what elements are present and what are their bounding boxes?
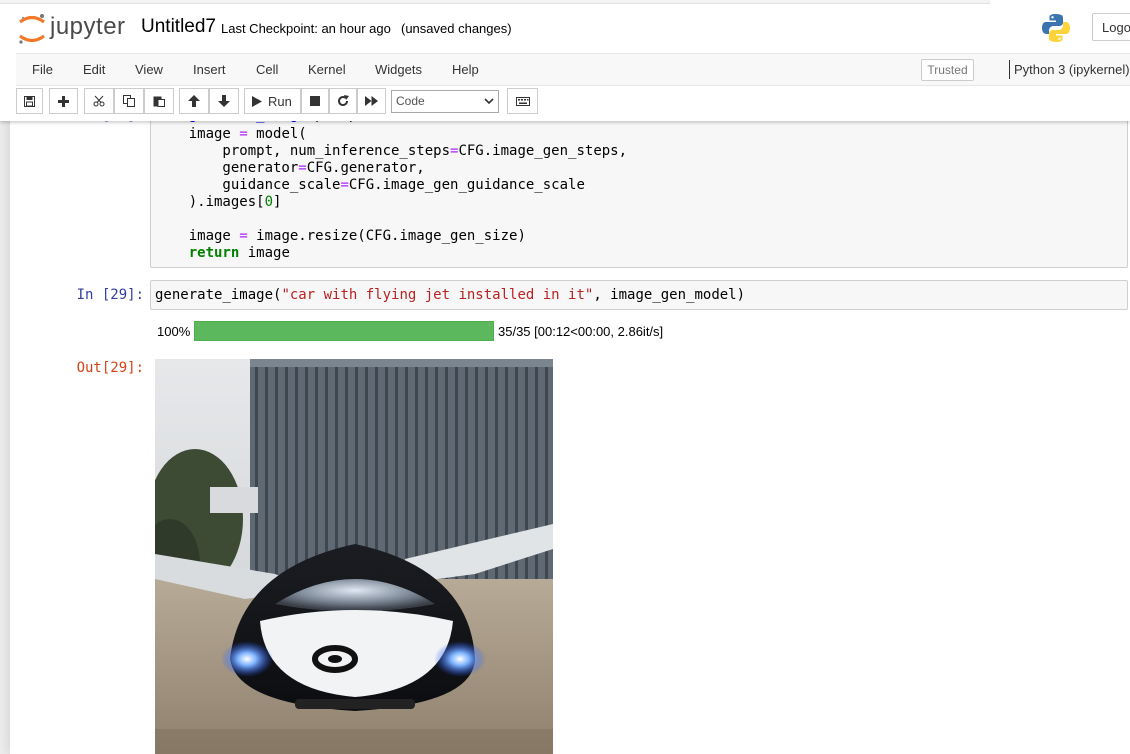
logo-text: jupyter — [50, 13, 126, 40]
kernel-name[interactable]: Python 3 (ipykernel) — [1014, 62, 1130, 77]
browser-top-strip — [0, 0, 990, 4]
menu-view[interactable]: View — [135, 62, 163, 77]
fast-forward-icon — [365, 96, 378, 106]
code-line: return image — [188, 245, 290, 261]
code-line: guidance_scale=CFG.image_gen_guidance_sc… — [155, 177, 585, 193]
cell-prompt: In [29]: — [76, 287, 144, 303]
code-arguments: , image_gen_model) — [593, 287, 746, 303]
insert-cell-button[interactable] — [49, 88, 78, 114]
menu-widgets[interactable]: Widgets — [375, 62, 422, 77]
restart-icon — [338, 95, 349, 107]
output-prompt: Out[29]: — [76, 360, 144, 376]
cell-type-select[interactable]: Code — [391, 90, 499, 113]
menu-help[interactable]: Help — [452, 62, 479, 77]
menu-edit[interactable]: Edit — [83, 62, 105, 77]
move-down-button[interactable] — [209, 88, 239, 114]
restart-run-all-button[interactable] — [357, 88, 386, 114]
autosave-status: (unsaved changes) — [401, 21, 512, 36]
copy-icon — [123, 95, 135, 107]
arrow-up-icon — [188, 95, 200, 107]
keyboard-icon — [515, 96, 530, 106]
kernel-separator — [1009, 60, 1010, 79]
stop-icon — [310, 96, 320, 106]
checkpoint-status: Last Checkpoint: an hour ago — [221, 21, 391, 36]
move-up-button[interactable] — [179, 88, 209, 114]
run-label: Run — [268, 93, 292, 109]
interrupt-button[interactable] — [301, 88, 329, 114]
menu-cell[interactable]: Cell — [256, 62, 278, 77]
code-cell-input[interactable]: def generate_image(prompt, model): image… — [150, 100, 1128, 268]
cell-type-value: Code — [396, 94, 425, 108]
progress-bar — [194, 321, 494, 341]
progress-percent-label: 100% — [157, 324, 191, 339]
run-icon — [252, 95, 262, 107]
notebook-container: In [27]: def generate_image(prompt, mode… — [10, 90, 1130, 754]
menu-kernel[interactable]: Kernel — [308, 62, 346, 77]
plus-icon — [58, 95, 69, 107]
save-icon — [24, 95, 35, 107]
copy-button[interactable] — [114, 88, 144, 114]
code-line: generate_image("car with flying jet inst… — [155, 287, 745, 303]
cut-button[interactable] — [84, 88, 114, 114]
restart-button[interactable] — [329, 88, 357, 114]
code-function-call: generate_image( — [155, 287, 282, 303]
save-button[interactable] — [16, 88, 43, 114]
trusted-indicator[interactable]: Trusted — [921, 59, 974, 81]
generated-car-image — [155, 359, 553, 754]
code-line: image = model( — [155, 126, 307, 142]
progress-status-text: 35/35 [00:12<00:00, 2.86it/s] — [498, 324, 664, 339]
code-line: image = image.resize(CFG.image_gen_size) — [155, 228, 526, 244]
code-line: prompt, num_inference_steps=CFG.image_ge… — [155, 143, 628, 159]
code-line: ).images[0] — [155, 194, 282, 210]
progress-bar-fill — [195, 322, 493, 340]
code-cell-input[interactable]: generate_image("car with flying jet inst… — [150, 280, 1128, 310]
header: jupyter Untitled7 Last Checkpoint: an ho… — [0, 0, 1130, 121]
run-button[interactable]: Run — [244, 88, 301, 114]
menu-insert[interactable]: Insert — [193, 62, 226, 77]
menubar: File Edit View Insert Cell Kernel Widget… — [16, 53, 1130, 86]
code-line: generator=CFG.generator, — [155, 160, 425, 176]
code-string-literal: "car with flying jet installed in it" — [281, 287, 594, 303]
arrow-down-icon — [218, 95, 230, 107]
command-palette-button[interactable] — [507, 88, 538, 114]
chevron-down-icon — [484, 98, 494, 105]
python-logo-icon — [1041, 13, 1071, 43]
notebook-name[interactable]: Untitled7 — [141, 16, 216, 38]
paste-button[interactable] — [144, 88, 174, 114]
paste-icon — [153, 96, 165, 107]
menu-file[interactable]: File — [32, 62, 53, 77]
logout-button[interactable]: Logo — [1092, 13, 1130, 41]
cut-icon — [93, 95, 105, 107]
